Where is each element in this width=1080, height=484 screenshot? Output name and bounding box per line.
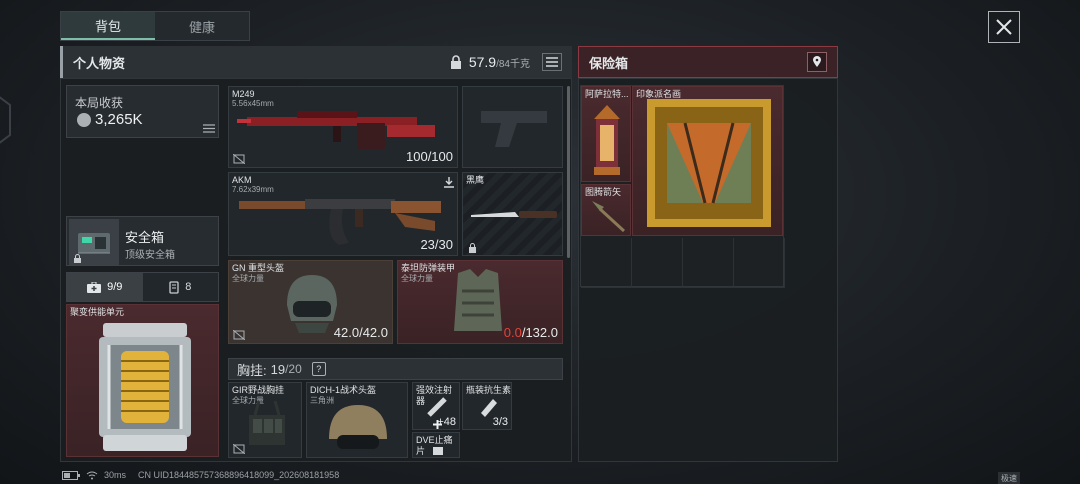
no-insurance-icon <box>233 330 245 340</box>
rig-item-injector[interactable]: 强效注射器 +48 <box>412 382 460 430</box>
safe-box-name: 安全箱 <box>125 230 165 245</box>
knife-image <box>471 211 557 218</box>
map-pin-icon <box>813 56 821 67</box>
helmet-sub: 全球力量 <box>232 274 264 283</box>
battery-icon <box>62 470 80 480</box>
no-insurance-icon <box>233 154 245 164</box>
magazine-icon <box>169 280 179 294</box>
coin-icon <box>77 113 91 127</box>
top-tabs: 背包 健康 <box>60 11 250 41</box>
safe-title: 保险箱 <box>589 55 629 71</box>
grid-cell[interactable] <box>632 238 683 288</box>
akm-image <box>239 199 441 245</box>
safe-box-card[interactable]: 安全箱 顶级安全箱 <box>66 216 219 266</box>
durability-value: 100/100 <box>406 149 453 164</box>
fusion-unit-item[interactable]: 聚变供能单元 <box>66 304 219 457</box>
speed-tag: 极速 <box>998 472 1020 484</box>
melee-slot[interactable]: 黑鹰 <box>462 172 563 256</box>
scrollbar[interactable] <box>567 86 570 258</box>
safe-header: 保险箱 <box>578 46 838 78</box>
plus-icon <box>433 420 442 429</box>
safe-item-painting[interactable]: 印象派名画 <box>632 86 783 236</box>
secondary-weapon-slot[interactable]: AKM 7.62x39mm 23/30 <box>228 172 458 256</box>
list-icon <box>203 124 215 133</box>
syringe-image <box>427 397 447 417</box>
status-footer: 30ms CN UID184485757368896418099_2026081… <box>62 470 339 480</box>
grid-cell[interactable] <box>734 238 785 288</box>
weight-display: 57.9/84千克 <box>449 53 562 71</box>
armor-sub: 全球力量 <box>401 274 433 283</box>
armor-durability: 0.0/132.0 <box>504 325 558 340</box>
grid-cell[interactable] <box>683 238 734 288</box>
chest-rig-image <box>249 400 285 445</box>
chest-rig-bar: 胸挂: 19/20 ? <box>228 358 563 380</box>
tab-medical-label: 9/9 <box>107 281 123 293</box>
fusion-unit-image <box>99 323 191 451</box>
rig-item-antibiotic[interactable]: 瓶装抗生素 3/3 <box>462 382 512 430</box>
harvest-value: 3,265K <box>95 111 143 128</box>
pistol-slot[interactable] <box>462 86 563 168</box>
rig-item-dich[interactable]: DICH-1战术头盔 三角洲 <box>306 382 408 458</box>
tab-health[interactable]: 健康 <box>155 12 249 40</box>
locate-button[interactable] <box>807 52 827 72</box>
tab-backpack[interactable]: 背包 <box>61 12 155 40</box>
grid-cell[interactable] <box>581 238 632 288</box>
armor-durability-current: 0.0 <box>503 325 522 340</box>
safe-item-arrow[interactable]: 图腾箭矢 <box>581 184 631 236</box>
rig-item-gir[interactable]: GIR野战胸挂 全球力量 <box>228 382 302 458</box>
rig-current: 19 <box>270 361 286 377</box>
helmet-slot[interactable]: GN 重型头盔 全球力量 42.0/42.0 <box>228 260 393 344</box>
pouch-tabs: 9/9 8 <box>66 272 219 302</box>
pistol-icon <box>481 111 547 147</box>
safe-box-grade: 顶级安全箱 <box>125 250 175 261</box>
armor-image <box>454 269 502 331</box>
lock-icon <box>469 243 476 253</box>
list-icon <box>546 57 558 67</box>
helmet-durability: 42.0/42.0 <box>333 325 388 340</box>
safe-item-lantern[interactable]: 阿萨拉特... <box>581 86 631 182</box>
hex-decoration <box>0 96 11 144</box>
rig-label: 胸挂: <box>237 362 267 378</box>
tab-ammo-label: 8 <box>185 281 192 293</box>
close-button[interactable] <box>988 11 1020 43</box>
bottle-image <box>481 399 497 417</box>
harvest-card[interactable]: 本局收获 3,265K <box>66 85 219 138</box>
harvest-label: 本局收获 <box>75 96 124 110</box>
medkit-icon <box>87 281 102 293</box>
ping-value: 30ms <box>104 470 127 480</box>
m249-image <box>237 111 435 149</box>
rig-max: /20 <box>285 362 302 376</box>
item-name: 阿萨拉特... <box>585 89 629 99</box>
lantern-image <box>594 105 620 175</box>
help-button[interactable]: ? <box>311 362 326 376</box>
totem-arrow-image <box>592 201 626 233</box>
item-value: 3/3 <box>492 416 508 428</box>
armor-durability-max: /132.0 <box>521 325 558 340</box>
uid-text: CN UID184485757368896418099_202608181958 <box>138 470 340 480</box>
weight-max: /84千克 <box>496 58 530 70</box>
wifi-icon <box>86 471 98 479</box>
painting-image <box>647 99 771 227</box>
lock-icon <box>74 254 81 263</box>
lock-icon <box>450 55 461 69</box>
tab-medical[interactable]: 9/9 <box>67 273 143 301</box>
sort-button[interactable] <box>542 53 562 71</box>
personal-title: 个人物资 <box>73 55 126 71</box>
primary-weapon-slot[interactable]: M249 5.56x45mm 100/100 <box>228 86 458 168</box>
tactical-helmet-image <box>329 405 387 449</box>
close-icon <box>996 19 1012 35</box>
weight-current: 57.9 <box>468 54 497 70</box>
ammo-count: 23/30 <box>420 237 453 252</box>
no-insurance-icon <box>233 444 245 454</box>
rig-item-painkiller[interactable]: DVE止痛片 <box>412 432 460 458</box>
pill-image <box>433 447 443 455</box>
tab-ammo[interactable]: 8 <box>142 273 218 301</box>
personal-header: 个人物资 57.9/84千克 <box>60 46 572 78</box>
melee-name: 黑鹰 <box>466 175 485 185</box>
armor-slot[interactable]: 泰坦防弹装甲 全球力量 0.0/132.0 <box>397 260 563 344</box>
